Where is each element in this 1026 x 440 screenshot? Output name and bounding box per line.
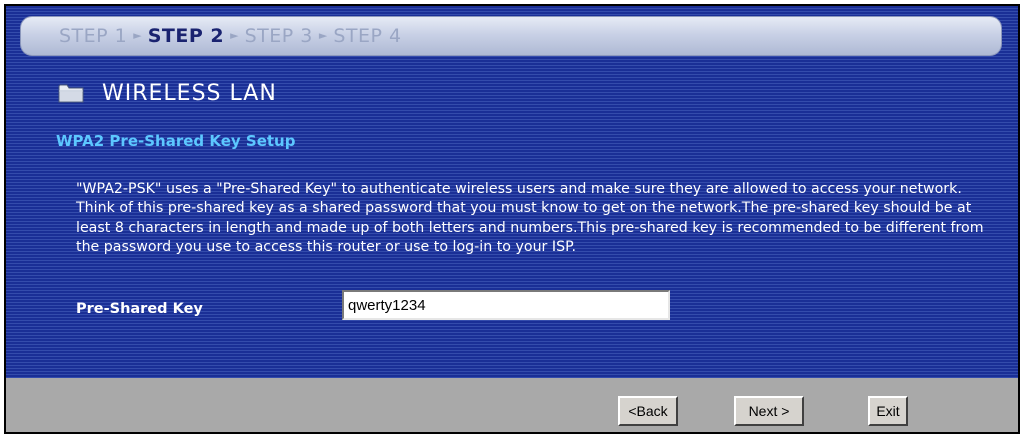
step-1: STEP 1 <box>59 25 128 47</box>
back-button[interactable]: <Back <box>618 396 678 426</box>
page-header: WIRELESS LAN <box>58 78 277 108</box>
page-title: WIRELESS LAN <box>102 80 277 106</box>
wizard-panel: STEP 1 ► STEP 2 ► STEP 3 ► STEP 4 WIRELE… <box>6 6 1018 378</box>
button-bar: <Back Next > Exit <box>6 378 1018 432</box>
exit-button[interactable]: Exit <box>868 396 908 426</box>
step-3: STEP 3 <box>244 25 313 47</box>
next-button[interactable]: Next > <box>734 396 804 426</box>
section-title: WPA2 Pre-Shared Key Setup <box>56 132 296 150</box>
pre-shared-key-input[interactable] <box>342 290 670 320</box>
pre-shared-key-label: Pre-Shared Key <box>76 301 203 317</box>
wizard-frame: STEP 1 ► STEP 2 ► STEP 3 ► STEP 4 WIRELE… <box>4 4 1020 434</box>
folder-icon <box>58 82 84 104</box>
step-arrow-icon: ► <box>318 28 328 42</box>
step-arrow-icon: ► <box>230 28 239 42</box>
step-2-current: STEP 2 <box>147 25 225 47</box>
step-4: STEP 4 <box>333 25 402 47</box>
step-indicator: STEP 1 ► STEP 2 ► STEP 3 ► STEP 4 <box>20 16 1002 56</box>
description-text: "WPA2-PSK" uses a "Pre-Shared Key" to au… <box>76 181 984 255</box>
step-arrow-icon: ► <box>133 28 142 42</box>
